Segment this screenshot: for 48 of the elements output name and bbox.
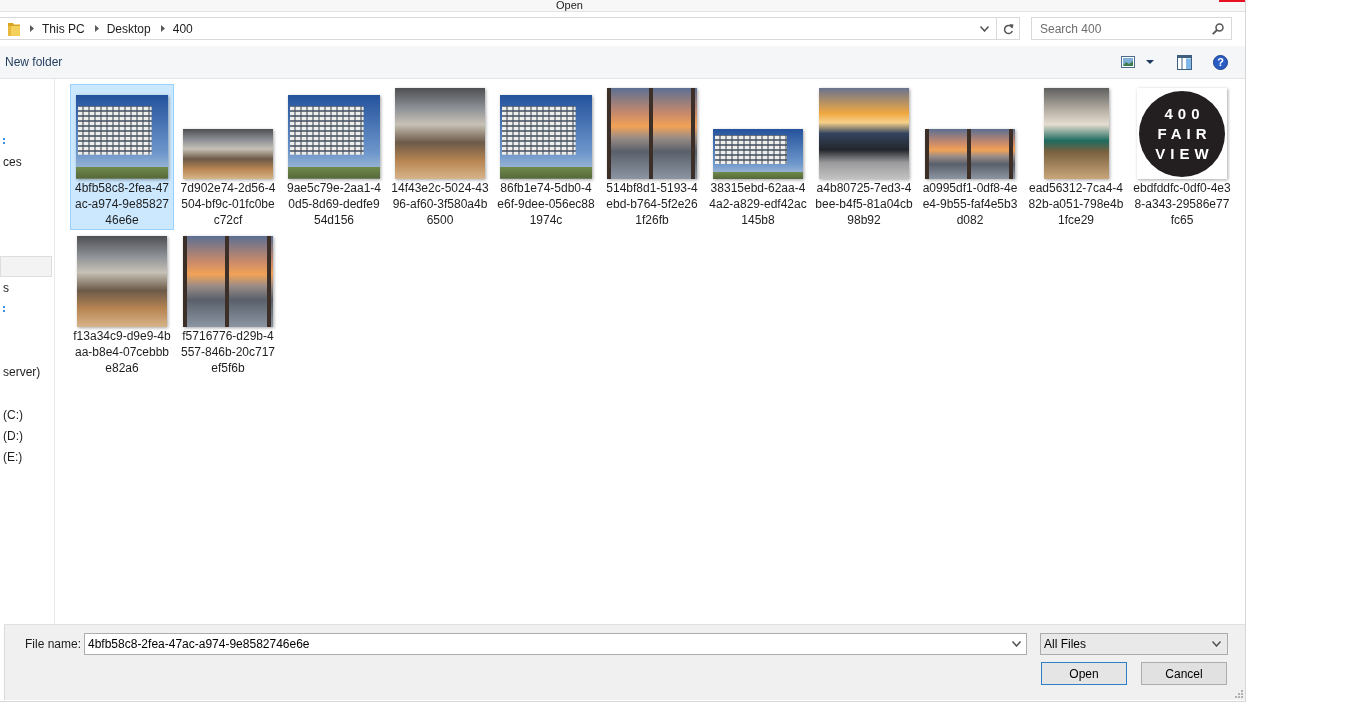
file-type-dropdown[interactable]: All Files: [1040, 633, 1228, 655]
new-folder-button[interactable]: New folder: [5, 55, 63, 69]
file-item[interactable]: ead56312-7ca4-482b-a051-798e4b1fce29: [1024, 84, 1128, 230]
logo-text: VIEW: [1154, 143, 1214, 164]
caret-down-icon[interactable]: [1146, 60, 1154, 64]
file-name-label: File name:: [25, 637, 83, 651]
resize-grip-icon[interactable]: [1235, 690, 1243, 698]
sidebar-item[interactable]: s: [0, 277, 52, 298]
breadcrumb[interactable]: Desktop: [106, 21, 151, 36]
sidebar-item[interactable]: ces: [0, 151, 52, 172]
file-item[interactable]: 14f43e2c-5024-4396-af60-3f580a4b6500: [388, 84, 492, 230]
logo-text: 400: [1163, 103, 1205, 124]
chevron-down-icon[interactable]: [1212, 641, 1221, 647]
sidebar-item[interactable]: (D:): [0, 425, 52, 446]
file-item[interactable]: 514bf8d1-5193-4ebd-b764-5f2e261f26fb: [600, 84, 704, 230]
chevron-down-icon[interactable]: [980, 25, 989, 32]
search-icon[interactable]: [1212, 23, 1224, 35]
folder-icon: [8, 21, 20, 36]
file-item[interactable]: 38315ebd-62aa-44a2-a829-edf42ac145b8: [706, 84, 810, 230]
sidebar-item[interactable]: server): [0, 361, 52, 382]
file-item[interactable]: f5716776-d29b-4557-846b-20c717ef5f6b: [176, 232, 280, 378]
sidebar-item[interactable]: (E:): [0, 446, 52, 467]
file-item[interactable]: 400 FAIR VIEW ebdfddfc-0df0-4e38-a343-29586e77fc65: [1130, 84, 1234, 230]
preview-pane-icon[interactable]: [1177, 54, 1192, 70]
sidebar-item[interactable]: (C:): [0, 404, 52, 425]
file-item[interactable]: 7d902e74-2d56-4504-bf9c-01fc0bec72cf: [176, 84, 280, 230]
caret-right-icon[interactable]: [160, 25, 165, 32]
file-item[interactable]: f13a34c9-d9e9-4baa-b8e4-07cebbbe82a6: [70, 232, 174, 378]
window-title: Open: [556, 0, 583, 11]
caret-right-icon[interactable]: [30, 25, 34, 32]
file-item[interactable]: 86fb1e74-5db0-4e6f-9dee-056ec881974c: [494, 84, 598, 230]
chevron-down-icon[interactable]: [1012, 641, 1021, 647]
file-item[interactable]: a0995df1-0df8-4ee4-9b55-faf4e5b3d082: [918, 84, 1022, 230]
dialog-button[interactable]: Cancel: [1141, 662, 1227, 685]
breadcrumb[interactable]: 400: [172, 21, 193, 36]
caret-right-icon[interactable]: [94, 25, 99, 32]
file-item[interactable]: 9ae5c79e-2aa1-40d5-8d69-dedfe954d156: [282, 84, 386, 230]
view-icon[interactable]: [1121, 56, 1135, 68]
file-name-field[interactable]: 4bfb58c8-2fea-47ac-a974-9e8582746e6e: [84, 633, 1027, 655]
file-item[interactable]: a4b80725-7ed3-4bee-b4f5-81a04cb98b92: [812, 84, 916, 230]
address-bar[interactable]: This PC Desktop 400: [0, 17, 1020, 40]
help-button[interactable]: ?: [1213, 54, 1228, 70]
logo-text: FAIR: [1156, 123, 1212, 144]
file-item[interactable]: 4bfb58c8-2fea-47ac-a974-9e8582746e6e: [70, 84, 174, 230]
search-field[interactable]: Search 400: [1031, 17, 1232, 40]
dialog-button[interactable]: Open: [1041, 662, 1127, 685]
breadcrumb[interactable]: This PC: [42, 21, 85, 36]
refresh-icon: [1002, 22, 1014, 35]
